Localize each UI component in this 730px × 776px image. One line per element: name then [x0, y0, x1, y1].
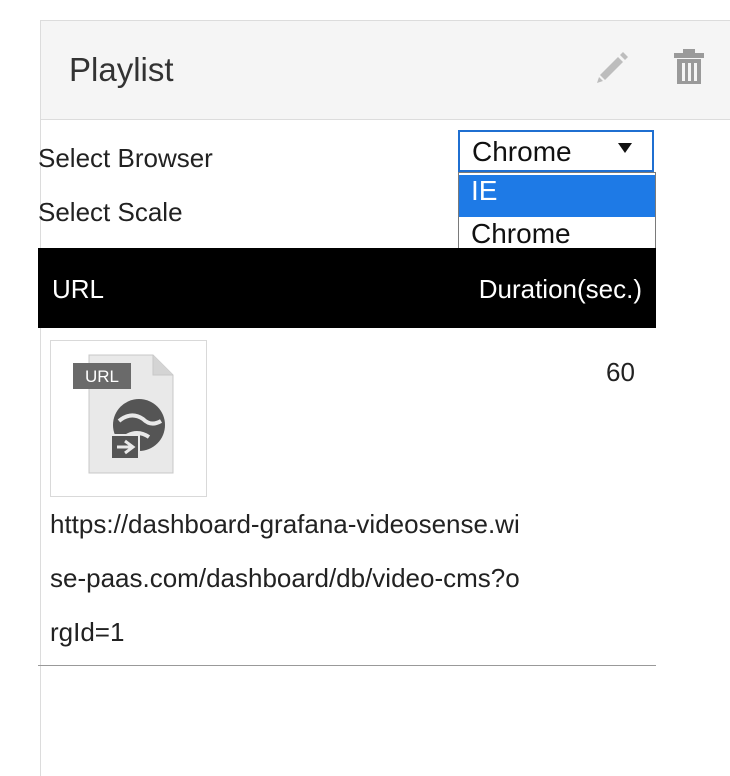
panel-header: Playlist — [41, 21, 730, 120]
url-line: https://dashboard-grafana-videosense.wi — [50, 509, 520, 539]
duration-column-header: Duration(sec.) — [478, 274, 642, 304]
url-file-icon: URL — [73, 354, 174, 474]
browser-select[interactable]: Chrome — [458, 130, 654, 172]
browser-dropdown-list: IE Chrome — [458, 172, 656, 260]
duration-value: 60 — [606, 357, 635, 387]
select-scale-label: Select Scale — [38, 197, 183, 227]
url-line: rgId=1 — [50, 617, 125, 647]
pencil-icon[interactable] — [589, 41, 629, 86]
table-header: URL Duration(sec.) — [38, 248, 656, 328]
thumbnail-label: URL — [85, 367, 119, 386]
select-browser-label: Select Browser — [38, 143, 213, 173]
trash-icon[interactable] — [669, 41, 709, 86]
panel-title: Playlist — [69, 51, 174, 88]
url-column-header: URL — [52, 274, 105, 304]
row-divider — [38, 665, 656, 666]
url-line: se-paas.com/dashboard/db/video-cms?o — [50, 563, 520, 593]
browser-select-value: Chrome — [472, 136, 572, 167]
dropdown-arrow-icon — [618, 143, 632, 153]
url-thumbnail[interactable]: URL — [50, 340, 207, 497]
url-text: https://dashboard-grafana-videosense.wi … — [50, 497, 670, 659]
option-ie[interactable]: IE — [459, 175, 655, 217]
